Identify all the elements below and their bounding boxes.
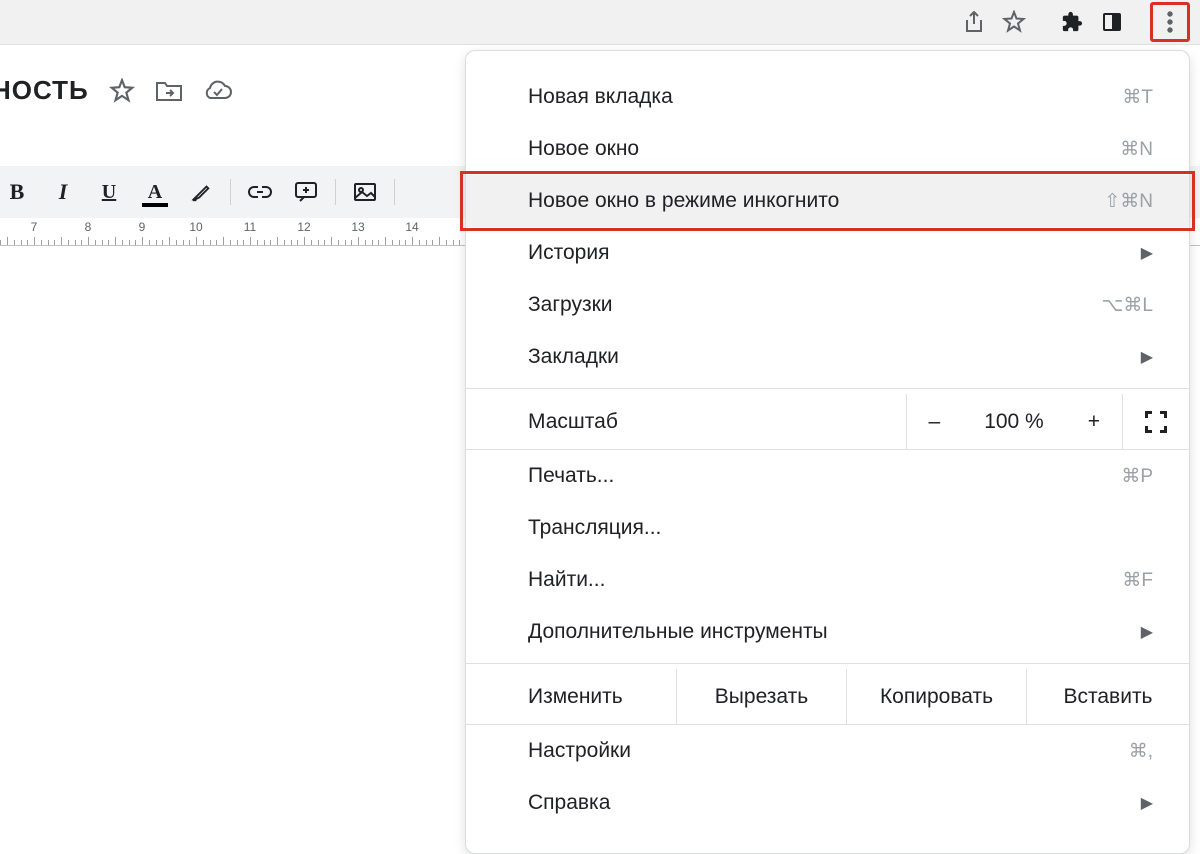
more-menu-button[interactable] — [1150, 2, 1190, 42]
submenu-arrow-icon: ▶ — [1141, 347, 1153, 367]
zoom-label: Масштаб — [528, 410, 906, 434]
fullscreen-icon — [1145, 411, 1167, 433]
star-icon[interactable] — [994, 2, 1034, 42]
zoom-value: 100 % — [962, 394, 1066, 449]
zoom-out-button[interactable]: – — [906, 394, 963, 449]
star-outline-icon[interactable] — [109, 78, 135, 104]
insert-comment-button[interactable] — [289, 175, 323, 209]
menu-item-2[interactable]: Новое окно в режиме инкогнито⇧⌘N — [466, 175, 1189, 227]
menu-shortcut: ⌘P — [1121, 465, 1153, 488]
menu-shortcut: ⇧⌘N — [1104, 190, 1153, 213]
menu-item-4[interactable]: Загрузки⌥⌘L — [466, 279, 1189, 331]
ruler-number: 12 — [297, 220, 310, 234]
menu-item-label: Печать... — [528, 464, 1121, 488]
side-panel-icon[interactable] — [1092, 2, 1132, 42]
ruler-number: 11 — [244, 220, 256, 234]
ruler-number: 8 — [85, 220, 92, 234]
menu-item-13[interactable]: Дополнительные инструменты ▶ — [466, 606, 1189, 658]
copy-button[interactable]: Копировать — [846, 669, 1026, 724]
menu-item-3[interactable]: История ▶ — [466, 227, 1189, 279]
menu-item-label: Найти... — [528, 568, 1122, 592]
menu-item-20[interactable]: Настройки⌘, — [466, 725, 1189, 777]
menu-separator — [466, 663, 1189, 664]
menu-item-label: Дополнительные инструменты — [528, 620, 1131, 644]
menu-shortcut: ⌥⌘L — [1102, 294, 1153, 317]
ruler-number: 9 — [139, 220, 146, 234]
underline-button[interactable]: U — [92, 175, 126, 209]
browser-toolbar — [0, 0, 1200, 45]
toolbar-separator — [394, 179, 395, 205]
ruler-number: 10 — [189, 220, 202, 234]
edit-label: Изменить — [466, 669, 676, 724]
menu-item-12[interactable]: Найти...⌘F — [466, 554, 1189, 606]
toolbar-separator — [230, 179, 231, 205]
menu-item-label: Загрузки — [528, 293, 1102, 317]
menu-item-0[interactable]: Новая вкладка⌘T — [466, 71, 1189, 123]
menu-shortcut: ⌘F — [1122, 569, 1153, 592]
paste-button[interactable]: Вставить — [1026, 669, 1189, 724]
chrome-menu: Новая вкладка⌘TНовое окно⌘NНовое окно в … — [465, 50, 1190, 854]
menu-item-11[interactable]: Трансляция... — [466, 502, 1189, 554]
menu-shortcut: ⌘T — [1122, 86, 1153, 109]
bold-button[interactable]: B — [0, 175, 34, 209]
insert-image-button[interactable] — [348, 175, 382, 209]
menu-item-label: Настройки — [528, 739, 1129, 763]
menu-shortcut: ⌘, — [1129, 740, 1153, 763]
toolbar-separator — [335, 179, 336, 205]
zoom-in-button[interactable]: + — [1066, 394, 1122, 449]
menu-item-1[interactable]: Новое окно⌘N — [466, 123, 1189, 175]
extensions-icon[interactable] — [1052, 2, 1092, 42]
move-folder-icon[interactable] — [155, 79, 183, 103]
menu-item-label: История — [528, 241, 1131, 265]
zoom-row: Масштаб – 100 % + — [466, 394, 1189, 450]
cut-button[interactable]: Вырезать — [676, 669, 846, 724]
highlight-button[interactable] — [184, 175, 218, 209]
cloud-saved-icon[interactable] — [203, 80, 233, 102]
menu-item-label: Закладки — [528, 345, 1131, 369]
ruler-number: 7 — [31, 220, 38, 234]
share-icon[interactable] — [954, 2, 994, 42]
menu-separator — [466, 388, 1189, 389]
menu-shortcut: ⌘N — [1120, 138, 1153, 161]
italic-button[interactable]: I — [46, 175, 80, 209]
menu-item-5[interactable]: Закладки ▶ — [466, 331, 1189, 383]
submenu-arrow-icon: ▶ — [1141, 622, 1153, 642]
ruler-number: 13 — [351, 220, 364, 234]
submenu-arrow-icon: ▶ — [1141, 793, 1153, 813]
menu-item-21[interactable]: Справка ▶ — [466, 777, 1189, 829]
menu-item-10[interactable]: Печать...⌘P — [466, 450, 1189, 502]
menu-item-label: Трансляция... — [528, 516, 1153, 540]
menu-item-label: Новое окно — [528, 137, 1120, 161]
menu-item-label: Новая вкладка — [528, 85, 1122, 109]
insert-link-button[interactable] — [243, 175, 277, 209]
submenu-arrow-icon: ▶ — [1141, 243, 1153, 263]
menu-item-label: Новое окно в режиме инкогнито — [528, 189, 1104, 213]
fullscreen-button[interactable] — [1122, 394, 1189, 449]
doc-title-partial: НОСТЬ — [0, 75, 89, 106]
edit-row: Изменить Вырезать Копировать Вставить — [466, 669, 1189, 725]
text-color-button[interactable]: A — [138, 175, 172, 209]
menu-item-label: Справка — [528, 791, 1131, 815]
ruler-number: 14 — [405, 220, 418, 234]
